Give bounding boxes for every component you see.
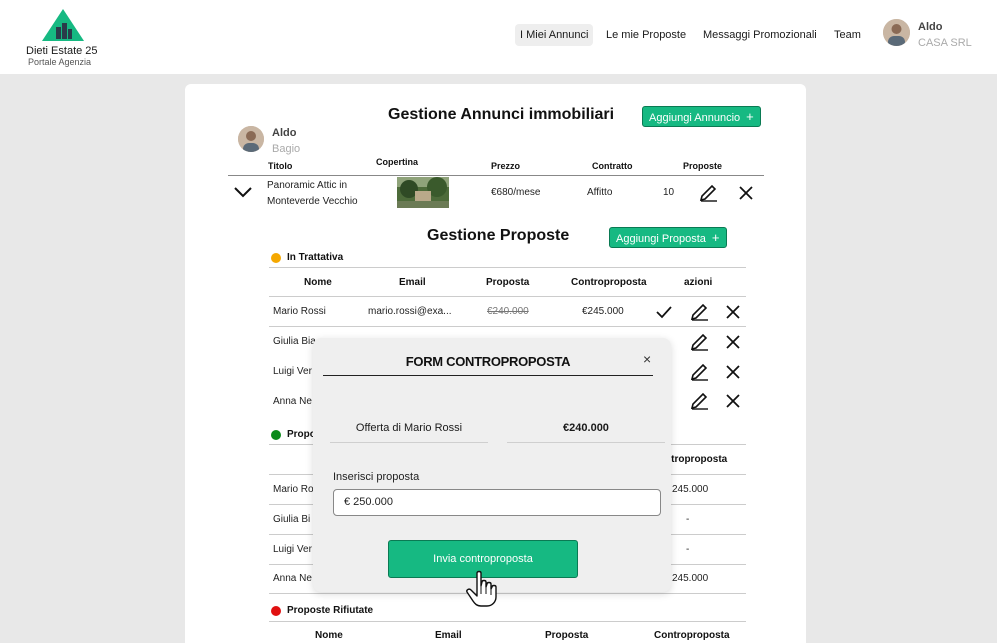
- status-dot-rejected: [271, 606, 281, 616]
- plus-icon: +: [711, 230, 720, 245]
- add-listing-button[interactable]: Aggiungi Annuncio +: [642, 106, 761, 127]
- pencil-icon[interactable]: [689, 332, 709, 352]
- listing-cover-image: [397, 177, 449, 208]
- counter-proposal-modal: FORM CONTROPROPOSTA × Offerta di Mario R…: [313, 338, 671, 592]
- close-icon[interactable]: [726, 335, 740, 349]
- modal-title: FORM CONTROPROPOSTA: [405, 354, 571, 369]
- col-contratto: Contratto: [592, 161, 633, 171]
- col-titolo: Titolo: [268, 161, 293, 171]
- accepted-name: Mario Ro: [273, 484, 314, 495]
- nav-team[interactable]: Team: [829, 24, 866, 46]
- divider: [269, 296, 746, 297]
- proposals-title: Gestione Proposte: [427, 227, 570, 244]
- top-navigation-bar: Dieti Estate 25 Portale Agenzia I Miei A…: [0, 0, 997, 74]
- col-azioni: azioni: [684, 277, 713, 288]
- col-proposte: Proposte: [683, 161, 723, 171]
- proposal-input-label: Inserisci proposta: [333, 471, 420, 483]
- close-icon[interactable]: [726, 394, 740, 408]
- user-avatar[interactable]: [883, 19, 910, 46]
- pencil-icon[interactable]: [698, 183, 718, 203]
- chevron-down-icon[interactable]: [233, 186, 253, 198]
- nav-miei-annunci[interactable]: I Miei Annunci: [515, 24, 594, 46]
- listing-proposals-count: 10: [663, 187, 675, 198]
- col-controproposta: ntroproposta: [665, 454, 728, 465]
- proposal-email: mario.rossi@exa...: [368, 306, 452, 317]
- accepted-counter: 245.000: [672, 484, 709, 495]
- listings-title: Gestione Annunci immobiliari: [388, 106, 615, 123]
- col-copertina: Copertina: [376, 157, 419, 167]
- listing-title-line1: Panoramic Attic in: [267, 180, 348, 191]
- close-icon[interactable]: [726, 365, 740, 379]
- accepted-name: Anna Ne: [273, 573, 312, 584]
- col-proposta: Proposta: [545, 630, 589, 641]
- modal-divider: [323, 375, 653, 376]
- offer-value: €240.000: [507, 413, 665, 443]
- divider: [228, 175, 764, 176]
- house-logo-icon: [42, 9, 84, 41]
- col-nome: Nome: [304, 277, 332, 288]
- status-dot-in-progress: [271, 253, 281, 263]
- proposal-name: Mario Rossi: [273, 306, 326, 317]
- divider: [269, 621, 746, 622]
- accepted-name: Giulia Bi: [273, 514, 311, 525]
- proposal-input[interactable]: € 250.000: [333, 489, 661, 516]
- accepted-label: Propo: [287, 429, 316, 440]
- pencil-icon[interactable]: [689, 302, 709, 322]
- col-email: Email: [399, 277, 426, 288]
- col-nome: Nome: [315, 630, 343, 641]
- status-dot-accepted: [271, 430, 281, 440]
- accepted-name: Luigi Ver: [273, 544, 312, 555]
- add-proposal-button[interactable]: Aggiungi Proposta +: [609, 227, 727, 248]
- proposal-name: Giulia Bia: [273, 336, 316, 347]
- add-proposal-label: Aggiungi Proposta: [616, 233, 706, 245]
- brand-name: Dieti Estate 25: [26, 45, 98, 57]
- plus-icon: +: [746, 109, 754, 124]
- listing-contract: Affitto: [587, 187, 613, 198]
- col-controproposta: Controproposta: [654, 630, 730, 641]
- col-prezzo: Prezzo: [491, 161, 521, 171]
- offer-label: Offerta di Mario Rossi: [330, 413, 488, 443]
- rejected-label: Proposte Rifiutate: [287, 605, 374, 616]
- nav-messaggi-promozionali[interactable]: Messaggi Promozionali: [698, 24, 822, 46]
- listing-title-line2: Monteverde Vecchio: [267, 196, 358, 207]
- close-icon[interactable]: [726, 305, 740, 319]
- divider: [269, 267, 746, 268]
- proposal-offer: €240.000: [487, 306, 529, 317]
- accepted-counter: -: [686, 544, 690, 555]
- add-listing-label: Aggiungi Annuncio: [649, 112, 741, 124]
- accepted-counter: -: [686, 514, 690, 525]
- check-icon[interactable]: [655, 304, 673, 320]
- proposal-counter: €245.000: [582, 306, 624, 317]
- owner-last-name: Bagio: [272, 143, 301, 155]
- col-controproposta: Controproposta: [571, 277, 647, 288]
- owner-avatar: [238, 126, 264, 152]
- brand-subtitle: Portale Agenzia: [28, 57, 92, 67]
- accepted-counter: 245.000: [672, 573, 709, 584]
- user-name: Aldo: [918, 21, 943, 33]
- close-icon[interactable]: ×: [643, 351, 651, 367]
- divider: [269, 326, 746, 327]
- owner-first-name: Aldo: [272, 127, 297, 139]
- listing-price: €680/mese: [491, 187, 541, 198]
- pencil-icon[interactable]: [689, 391, 709, 411]
- pencil-icon[interactable]: [689, 362, 709, 382]
- proposal-name: Luigi Ver: [273, 366, 312, 377]
- close-icon[interactable]: [738, 185, 754, 201]
- col-email: Email: [435, 630, 462, 641]
- col-proposta: Proposta: [486, 277, 530, 288]
- proposal-name: Anna Ne: [273, 396, 312, 407]
- hand-cursor-icon: [466, 570, 497, 607]
- user-company: CASA SRL: [918, 37, 972, 49]
- divider: [269, 593, 746, 594]
- in-progress-label: In Trattativa: [287, 252, 344, 263]
- nav-mie-proposte[interactable]: Le mie Proposte: [601, 24, 691, 46]
